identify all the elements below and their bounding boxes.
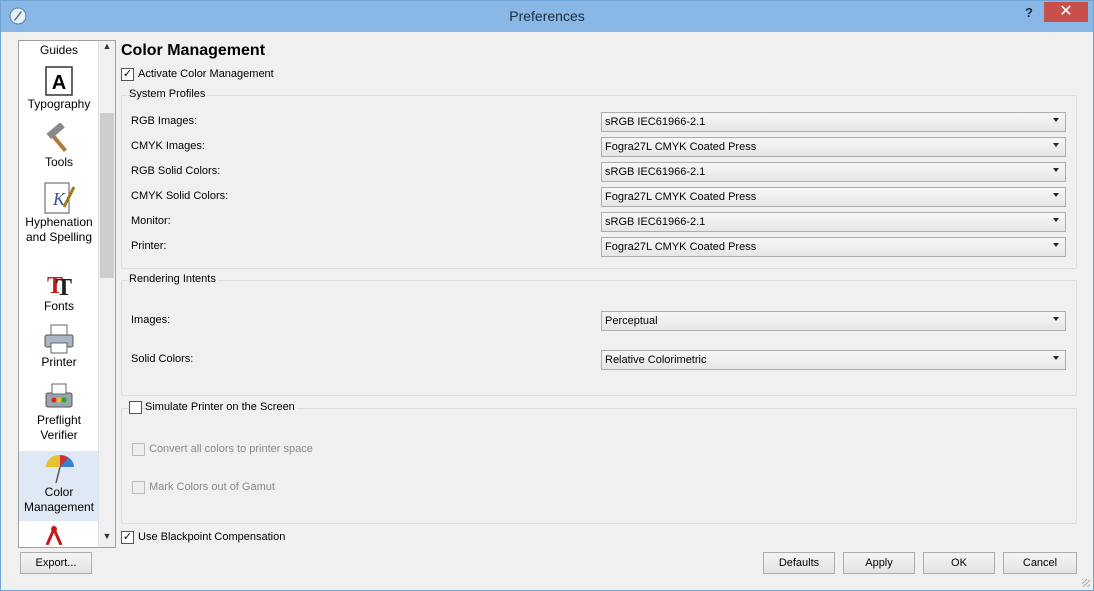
cmyk-images-select[interactable]: Fogra27L CMYK Coated Press <box>601 137 1066 157</box>
preflight-icon <box>45 383 73 408</box>
printer-profile-label: Printer: <box>131 240 167 252</box>
next-category-icon <box>45 525 63 545</box>
rgb-images-label: RGB Images: <box>131 115 198 127</box>
solid-colors-intent-select[interactable]: Relative Colorimetric <box>601 350 1066 370</box>
images-intent-label: Images: <box>131 314 171 326</box>
printer-profile-select[interactable]: Fogra27L CMYK Coated Press <box>601 237 1066 257</box>
rgb-solid-colors-select[interactable]: sRGB IEC61966-2.1 <box>601 162 1066 182</box>
hyphenation-icon: K <box>44 182 76 214</box>
sidebar-item-guides[interactable]: Guides <box>19 43 99 58</box>
blackpoint-checkbox[interactable]: ✓ <box>121 531 134 544</box>
chevron-down-icon <box>1053 168 1059 172</box>
export-button[interactable]: Export... <box>20 552 92 574</box>
cmyk-solid-colors-select[interactable]: Fogra27L CMYK Coated Press <box>601 187 1066 207</box>
rgb-images-select[interactable]: sRGB IEC61966-2.1 <box>601 112 1066 132</box>
sidebar-item-label: Fonts <box>43 299 74 313</box>
activate-color-management-checkbox[interactable]: ✓ <box>121 68 134 81</box>
images-intent-select[interactable]: Perceptual <box>601 311 1066 331</box>
rendering-intents-title: Rendering Intents <box>127 273 218 285</box>
mark-gamut-label: Mark Colors out of Gamut <box>149 481 275 493</box>
fonts-icon: T T <box>47 273 72 299</box>
color-management-icon <box>46 455 74 484</box>
help-button[interactable]: ? <box>1021 5 1037 21</box>
simulate-printer-label: Simulate Printer on the Screen <box>145 401 297 413</box>
sidebar-item-label: Preflight Verifier <box>36 413 82 442</box>
convert-colors-checkbox[interactable] <box>132 443 145 456</box>
cmyk-images-label: CMYK Images: <box>131 140 205 152</box>
apply-button[interactable]: Apply <box>843 552 915 574</box>
chevron-down-icon <box>1053 118 1059 122</box>
chevron-down-icon <box>1053 243 1059 247</box>
rgb-solid-colors-label: RGB Solid Colors: <box>131 165 221 177</box>
scroll-down-icon[interactable]: ▼ <box>99 531 115 547</box>
sidebar-item-printer[interactable]: Printer <box>19 323 99 370</box>
sidebar-item-label: Tools <box>44 155 73 169</box>
chevron-down-icon <box>1053 193 1059 197</box>
sidebar-scrollbar[interactable]: ▲ ▼ <box>98 41 115 547</box>
system-profiles-title: System Profiles <box>127 88 208 100</box>
mark-gamut-checkbox[interactable] <box>132 481 145 494</box>
sidebar-item-label: Color Management <box>23 485 95 514</box>
sidebar-item-label: Typography <box>27 97 91 111</box>
typography-icon: A <box>45 66 73 96</box>
monitor-label: Monitor: <box>131 215 171 227</box>
sidebar-item-preflight[interactable]: Preflight Verifier <box>19 381 99 443</box>
chevron-down-icon <box>1053 218 1059 222</box>
activate-color-management-label: Activate Color Management <box>138 68 274 80</box>
ok-button[interactable]: OK <box>923 552 995 574</box>
svg-text:A: A <box>52 72 66 94</box>
solid-colors-intent-label: Solid Colors: <box>131 353 194 365</box>
blackpoint-label: Use Blackpoint Compensation <box>138 531 286 543</box>
monitor-select[interactable]: sRGB IEC61966-2.1 <box>601 212 1066 232</box>
cancel-button[interactable]: Cancel <box>1003 552 1077 574</box>
printer-icon <box>44 324 74 354</box>
window-title: Preferences <box>509 8 585 24</box>
rendering-intents-group <box>121 280 1077 396</box>
scroll-up-icon[interactable]: ▲ <box>99 41 115 57</box>
svg-text:T: T <box>56 275 72 299</box>
title-bar: Preferences ? ✕ <box>1 1 1093 32</box>
chevron-down-icon <box>1053 143 1059 147</box>
chevron-down-icon <box>1053 356 1059 360</box>
defaults-button[interactable]: Defaults <box>763 552 835 574</box>
sidebar-item-typography[interactable]: A Typography <box>19 65 99 112</box>
convert-colors-label: Convert all colors to printer space <box>149 443 313 455</box>
sidebar-item-label: Hyphenation and Spelling <box>25 215 93 244</box>
sidebar-item-fonts[interactable]: T T Fonts <box>19 267 99 314</box>
sidebar-item-color-management[interactable]: Color Management <box>19 451 99 521</box>
sidebar-item-hyphenation[interactable]: K Hyphenation and Spelling <box>19 181 99 245</box>
sidebar-item-label: Printer <box>41 355 77 369</box>
scroll-thumb[interactable] <box>100 113 114 278</box>
sidebar-item-label: Guides <box>39 43 79 57</box>
simulate-printer-checkbox[interactable] <box>129 401 142 414</box>
tools-icon <box>46 123 67 152</box>
preferences-window: Preferences ? ✕ Guides A Typography Tool… <box>0 0 1094 591</box>
close-button[interactable]: ✕ <box>1044 2 1088 22</box>
resize-grip-icon[interactable] <box>1082 579 1090 587</box>
simulate-printer-group <box>121 408 1077 524</box>
page-title: Color Management <box>121 42 266 59</box>
chevron-down-icon <box>1053 317 1059 321</box>
sidebar-item-tools[interactable]: Tools <box>19 123 99 170</box>
category-sidebar[interactable]: Guides A Typography Tools K Hyphenation … <box>18 40 116 548</box>
cmyk-solid-colors-label: CMYK Solid Colors: <box>131 190 229 202</box>
